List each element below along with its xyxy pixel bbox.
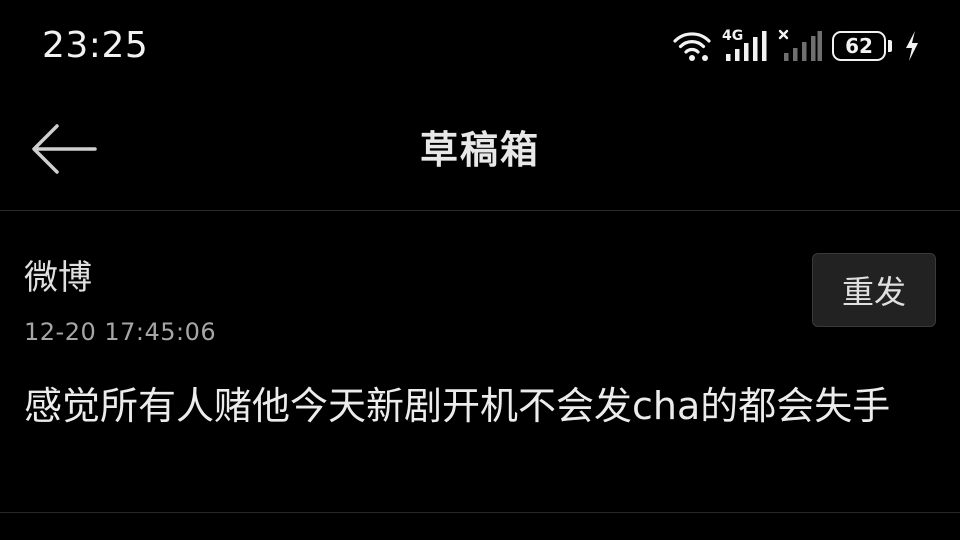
draft-content: 感觉所有人赌他今天新剧开机不会发cha的都会失手 — [24, 384, 891, 428]
page-title: 草稿箱 — [419, 128, 540, 172]
signal-no-service-icon — [778, 29, 822, 63]
wifi-icon — [672, 29, 712, 63]
charging-bolt-icon — [904, 29, 920, 63]
battery-cap — [888, 40, 892, 52]
draft-box-screen: 23:25 4G 62 草稿箱 微博 12-20 17:45:06 重发 感觉所… — [0, 0, 960, 540]
signal-4g-icon: 4G — [722, 29, 768, 63]
resend-button[interactable]: 重发 — [812, 253, 936, 327]
draft-timestamp: 12-20 17:45:06 — [24, 318, 217, 346]
battery-level: 62 — [832, 31, 886, 61]
status-time: 23:25 — [42, 25, 149, 66]
title-bar: 草稿箱 — [0, 90, 960, 211]
status-icons: 4G 62 — [672, 26, 920, 66]
battery-icon: 62 — [832, 29, 894, 63]
draft-source: 微博 — [24, 258, 92, 298]
status-bar: 23:25 4G 62 — [0, 0, 960, 90]
draft-list-item[interactable]: 微博 12-20 17:45:06 重发 感觉所有人赌他今天新剧开机不会发cha… — [0, 211, 960, 513]
